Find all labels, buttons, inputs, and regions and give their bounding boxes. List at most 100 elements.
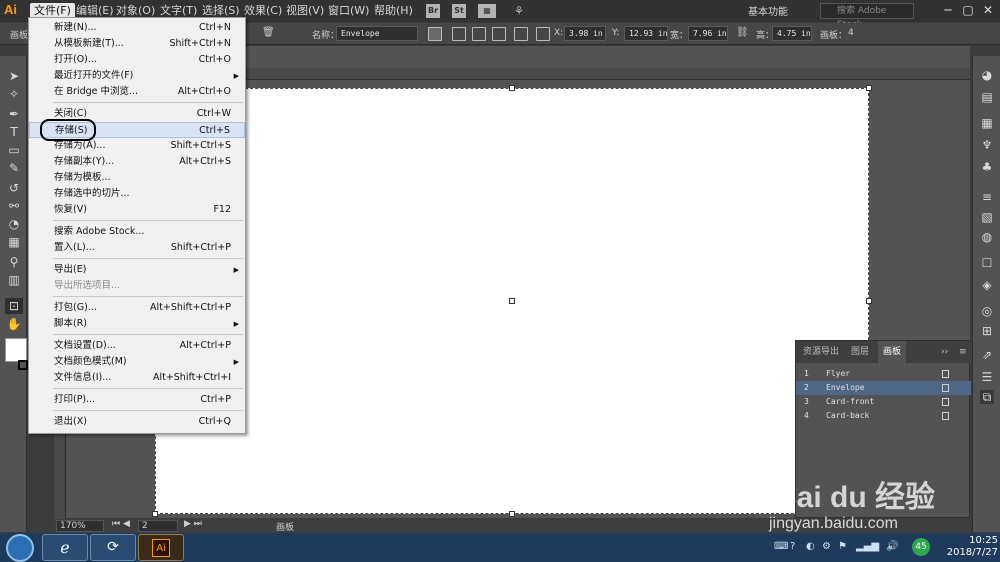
pen-tool-icon[interactable]: ✒	[5, 106, 23, 122]
delete-artboard-icon[interactable]: 🗑	[262, 27, 276, 41]
menu-item-exit[interactable]: 退出(X) Ctrl+Q	[29, 414, 245, 430]
menu-item-open[interactable]: 打开(O)... Ctrl+O	[29, 52, 245, 68]
collapse-panel-icon[interactable]: ››	[936, 341, 953, 363]
hand-tool-icon[interactable]: ✋	[5, 316, 23, 332]
tab-asset-export[interactable]: 资源导出	[798, 341, 844, 363]
menu-item-export[interactable]: 导出(E) ▶	[29, 262, 245, 278]
stroke-panel-icon[interactable]: ≡	[980, 190, 994, 204]
maximize-icon[interactable]: ▢	[958, 2, 978, 18]
next-artboard-icon[interactable]: ▶ ⏭	[184, 519, 202, 529]
update-app-icon[interactable]: ⟳	[90, 534, 136, 561]
artboard-row[interactable]: 3 Card-front	[796, 395, 971, 409]
minimize-icon[interactable]: ─	[938, 2, 958, 18]
artboard-handle-center[interactable]	[509, 298, 515, 304]
artboard-options-icon[interactable]	[942, 412, 949, 420]
menu-view[interactable]: 视图(V)	[282, 3, 328, 19]
artboard-row[interactable]: 2 Envelope	[796, 381, 971, 395]
start-button[interactable]	[6, 534, 34, 562]
y-position-field[interactable]: 12.93 in	[624, 26, 668, 41]
close-icon[interactable]: ✕	[978, 2, 998, 18]
chart-tool-icon[interactable]: ▥	[5, 272, 23, 288]
color-panel-icon[interactable]: ◕	[980, 68, 994, 82]
gpu-performance-icon[interactable]: ⚘	[512, 4, 526, 18]
swatches-icon[interactable]: ▦	[980, 116, 994, 130]
menu-item-scripts[interactable]: 脚本(R) ▶	[29, 316, 245, 332]
menu-window[interactable]: 窗口(W)	[324, 3, 373, 19]
menu-effect[interactable]: 效果(C)	[240, 3, 286, 19]
artboard-handle-right[interactable]	[866, 298, 872, 304]
graphic-styles-icon[interactable]: ◈	[980, 278, 994, 292]
show-video-safe-icon[interactable]	[492, 27, 506, 41]
type-tool-icon[interactable]: T	[5, 124, 23, 140]
transform-icon[interactable]: ◎	[980, 304, 994, 318]
show-cross-hairs-icon[interactable]	[472, 27, 486, 41]
settings-icon[interactable]: ⚙	[822, 541, 831, 552]
width-tool-icon[interactable]: ⚯	[5, 198, 23, 214]
width-field[interactable]: 7.96 in	[688, 26, 728, 41]
shape-builder-icon[interactable]: ◔	[5, 216, 23, 232]
zoom-level[interactable]: 170%	[56, 520, 104, 532]
color-guide-icon[interactable]: ▤	[980, 90, 994, 104]
tray-badge[interactable]: 45	[912, 538, 930, 556]
status-mode[interactable]: 画板	[276, 520, 294, 533]
menu-item-save-copy[interactable]: 存储副本(Y)... Alt+Ctrl+S	[29, 154, 245, 170]
align-icon[interactable]: ⊞	[980, 324, 994, 338]
eyedropper-icon[interactable]: ⚲	[5, 254, 23, 270]
magic-wand-icon[interactable]: ✧	[5, 86, 23, 102]
transparency-icon[interactable]: ◍	[980, 230, 994, 244]
menu-item-new-from-template[interactable]: 从模板新建(T)... Shift+Ctrl+N	[29, 36, 245, 52]
artboards-panel-icon[interactable]: ⧉	[980, 390, 994, 404]
menu-item-save-selected-slices[interactable]: 存储选中的切片...	[29, 186, 245, 202]
tab-artboards[interactable]: 画板	[878, 341, 907, 363]
artboard-handle-bottom[interactable]	[509, 511, 515, 517]
artboard-tool-icon[interactable]: ⊡	[5, 298, 23, 314]
menu-item-print[interactable]: 打印(P)... Ctrl+P	[29, 392, 245, 408]
clock[interactable]: 10:25 2018/7/27	[938, 535, 998, 559]
x-position-field[interactable]: 3.98 in	[564, 26, 606, 41]
show-center-mark-icon[interactable]	[452, 27, 466, 41]
gradient-icon[interactable]: ▧	[980, 210, 994, 224]
export-asset-icon[interactable]: ⇗	[980, 348, 994, 362]
stock-button[interactable]: St	[452, 4, 466, 18]
artboard-options-icon[interactable]	[514, 27, 528, 41]
brushes-icon[interactable]: ♆	[980, 138, 994, 152]
artboard-options-icon[interactable]	[942, 384, 949, 392]
artboard-handle-top[interactable]	[509, 85, 515, 91]
first-artboard-icon[interactable]: ⏮ ◀	[112, 519, 130, 529]
appearance-icon[interactable]: ☐	[980, 256, 994, 270]
artboard-row[interactable]: 4 Card-back	[796, 409, 971, 423]
reference-point-icon[interactable]	[536, 27, 550, 41]
ie-icon[interactable]: ℯ	[42, 534, 88, 561]
menu-item-file-info[interactable]: 文件信息(I)... Alt+Shift+Ctrl+I	[29, 370, 245, 386]
bridge-button[interactable]: Br	[426, 4, 440, 18]
flag-icon[interactable]: ⚑	[838, 541, 847, 552]
artboard-navigator[interactable]: 2	[138, 520, 178, 532]
menu-item-new[interactable]: 新建(N)... Ctrl+N	[29, 20, 245, 36]
menu-item-document-setup[interactable]: 文档设置(D)... Alt+Ctrl+P	[29, 338, 245, 354]
fill-swatch[interactable]	[5, 338, 27, 362]
artboard-options-icon[interactable]	[942, 398, 949, 406]
move-artwork-icon[interactable]	[428, 27, 442, 41]
network-icon[interactable]: ▂▄▆	[856, 541, 879, 552]
volume-icon[interactable]: 🔊	[886, 541, 898, 552]
stroke-swatch[interactable]	[18, 360, 28, 370]
artboard-handle-top-right[interactable]	[866, 85, 872, 91]
selection-tool-icon[interactable]: ➤	[5, 68, 23, 84]
constrain-proportions-icon[interactable]: ⛓	[736, 27, 750, 41]
tab-layers[interactable]: 图层	[846, 341, 874, 363]
mesh-tool-icon[interactable]: ▦	[5, 234, 23, 250]
menu-item-browse-bridge[interactable]: 在 Bridge 中浏览... Alt+Ctrl+O	[29, 84, 245, 100]
artboard-options-icon[interactable]	[942, 370, 949, 378]
rectangle-tool-icon[interactable]: ▭	[5, 142, 23, 158]
height-field[interactable]: 4.75 in	[772, 26, 812, 41]
security-icon[interactable]: ◐	[806, 541, 815, 552]
artboard-row[interactable]: 1 Flyer	[796, 367, 971, 381]
arrange-documents-icon[interactable]: ▦	[478, 4, 496, 18]
layers-icon[interactable]: ☰	[980, 370, 994, 384]
workspace-switcher[interactable]: 基本功能	[748, 3, 808, 18]
illustrator-taskbar-button[interactable]: Ai	[138, 534, 184, 561]
menu-item-open-recent[interactable]: 最近打开的文件(F) ▶	[29, 68, 245, 84]
rotate-tool-icon[interactable]: ↺	[5, 180, 23, 196]
panel-menu-icon[interactable]: ≡	[954, 341, 972, 363]
help-icon[interactable]: ?	[790, 541, 795, 552]
